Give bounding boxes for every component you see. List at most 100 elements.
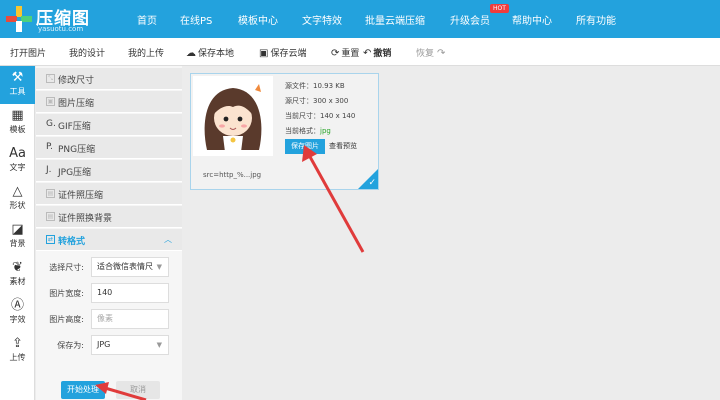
undo-button[interactable]: ↶ 撤销 [363, 46, 391, 59]
rail-item-text[interactable]: Aa 文字 [0, 142, 35, 180]
nav-help-center[interactable]: 帮助中心 [512, 12, 552, 27]
menu-item-id-photo-compress[interactable]: ▤ 证件照压缩 [36, 183, 182, 205]
id-photo-icon: ▤ [46, 189, 55, 198]
menu-item-label: 转格式 [58, 237, 86, 247]
reset-label: 重置 [341, 49, 360, 59]
tool-menu: ⤡ 修改尺寸 ▣ 图片压缩 G. GIF压缩 P. PNG压缩 J. JPG压缩… [36, 66, 182, 400]
nav-online-ps[interactable]: 在线PS [180, 12, 212, 27]
size-select-value: 适合微信表情尺 [97, 262, 153, 271]
menu-item-png-compress[interactable]: P. PNG压缩 [36, 137, 182, 159]
height-input[interactable]: 像素 [91, 309, 169, 329]
hot-badge: HOT [490, 4, 509, 13]
size-label: 选择尺寸: [49, 263, 84, 272]
format-select[interactable]: JPG ▼ [91, 335, 169, 355]
caret-down-icon: ▼ [156, 263, 162, 271]
save-local-button[interactable]: ☁ 保存本地 [186, 46, 234, 59]
nav-home[interactable]: 首页 [137, 12, 157, 27]
menu-item-label: JPG压缩 [58, 168, 92, 178]
rail-item-label: 背景 [9, 239, 26, 248]
size-select[interactable]: 适合微信表情尺 ▼ [91, 257, 169, 277]
rail-item-materials[interactable]: ❦ 素材 [0, 256, 35, 294]
current-format: 当前格式：jpg [285, 124, 355, 139]
save-cloud-label: 保存云端 [270, 49, 307, 59]
save-as-row: 保存为: JPG ▼ [44, 335, 184, 355]
save-local-label: 保存本地 [198, 49, 235, 59]
nav-batch-compress[interactable]: 批量云端压缩 [365, 12, 425, 27]
menu-item-gif-compress[interactable]: G. GIF压缩 [36, 114, 182, 136]
rail-item-background[interactable]: ◪ 背景 [0, 218, 35, 256]
text-effect-icon: Ⓐ [10, 298, 24, 313]
background-icon: ◪ [11, 222, 24, 237]
cancel-button[interactable]: 取消 [116, 381, 160, 399]
reset-icon: ⟳ [331, 48, 340, 59]
shape-icon: △ [12, 184, 23, 199]
current-format-value: jpg [320, 127, 331, 135]
reset-button[interactable]: ⟳ 重置 [331, 46, 359, 59]
source-dimensions: 源尺寸：300 x 300 [285, 97, 349, 105]
image-src-text: src=http_%...jpg [203, 171, 262, 179]
redo-icon: ↷ [437, 48, 446, 59]
undo-icon: ↶ [363, 48, 372, 59]
my-designs-button[interactable]: 我的设计 [69, 46, 105, 59]
rail-item-label: 素材 [9, 277, 26, 286]
menu-item-image-compress[interactable]: ▣ 图片压缩 [36, 91, 182, 113]
current-format-label: 当前格式： [285, 127, 320, 135]
view-preview-link[interactable]: 查看预览 [329, 141, 357, 151]
save-image-button[interactable]: 保存图片 [285, 139, 325, 154]
image-compress-icon: ▣ [46, 97, 55, 106]
undo-label: 撤销 [373, 49, 392, 59]
gif-icon: G. [46, 119, 56, 129]
source-size: 源文件：10.93 KB [285, 82, 345, 90]
logo-mark-icon [6, 6, 32, 32]
size-row: 选择尺寸: 适合微信表情尺 ▼ [44, 257, 184, 277]
nav-upgrade-member[interactable]: 升级会员 [450, 12, 490, 27]
logo-domain: yasuotu.com [38, 25, 84, 33]
menu-item-label: 修改尺寸 [58, 76, 95, 86]
nav-all-features[interactable]: 所有功能 [576, 12, 616, 27]
menu-item-convert-format[interactable]: ⇄ 转格式 ︿ [36, 229, 182, 251]
rail-item-label: 文字 [9, 163, 26, 172]
nav-text-effects[interactable]: 文字特效 [302, 12, 342, 27]
id-background-icon: ▤ [46, 212, 55, 221]
image-thumbnail [193, 76, 273, 156]
open-image-button[interactable]: 打开图片 [10, 46, 46, 59]
my-uploads-button[interactable]: 我的上传 [128, 46, 164, 59]
rail-item-label: 字效 [9, 315, 26, 324]
logo[interactable]: 压缩图 yasuotu.com [6, 4, 106, 34]
cloud-download-icon: ☁ [186, 48, 196, 59]
menu-item-label: PNG压缩 [58, 145, 96, 155]
rail-item-label: 上传 [9, 353, 26, 362]
text-icon: Aa [9, 146, 26, 161]
current-dimensions: 当前尺寸：140 x 140 [285, 112, 356, 120]
save-icon: ▣ [259, 48, 269, 59]
rail-item-label: 模板 [9, 125, 26, 134]
rail-item-tools[interactable]: ⚒ 工具 [0, 66, 35, 104]
menu-item-jpg-compress[interactable]: J. JPG压缩 [36, 160, 182, 182]
toolbar: 打开图片 我的设计 我的上传 ☁ 保存本地 ▣ 保存云端 ⟳ 重置 ↶ 撤销 恢复 ↷ [0, 38, 720, 66]
menu-item-label: 证件照压缩 [58, 191, 104, 201]
width-label: 图片宽度: [49, 289, 84, 298]
png-icon: P. [46, 142, 53, 152]
menu-item-resize[interactable]: ⤡ 修改尺寸 [36, 68, 182, 90]
redo-button[interactable]: 恢复 ↷ [416, 46, 447, 59]
convert-icon: ⇄ [46, 235, 55, 244]
format-select-value: JPG [97, 340, 111, 349]
image-card[interactable]: 源文件：10.93 KB 源尺寸：300 x 300 当前尺寸：140 x 14… [190, 73, 379, 190]
rail-item-label: 形状 [9, 201, 26, 210]
nav-template-center[interactable]: 模板中心 [238, 12, 278, 27]
check-icon: ✓ [368, 178, 376, 188]
menu-item-label: GIF压缩 [58, 122, 91, 132]
save-cloud-button[interactable]: ▣ 保存云端 [259, 46, 306, 59]
rail-item-text-effects[interactable]: Ⓐ 字效 [0, 294, 35, 332]
rail-item-templates[interactable]: ▦ 模板 [0, 104, 35, 142]
template-icon: ▦ [11, 108, 24, 123]
menu-item-id-background[interactable]: ▤ 证件照换背景 [36, 206, 182, 228]
height-label: 图片高度: [49, 315, 84, 324]
toolbox-icon: ⚒ [11, 70, 24, 85]
start-process-button[interactable]: 开始处理 [61, 381, 105, 399]
width-input[interactable]: 140 [91, 283, 169, 303]
rail-item-upload[interactable]: ⇪ 上传 [0, 332, 35, 370]
height-row: 图片高度: 像素 [44, 309, 184, 329]
rail-item-shapes[interactable]: △ 形状 [0, 180, 35, 218]
resize-icon: ⤡ [46, 74, 55, 83]
